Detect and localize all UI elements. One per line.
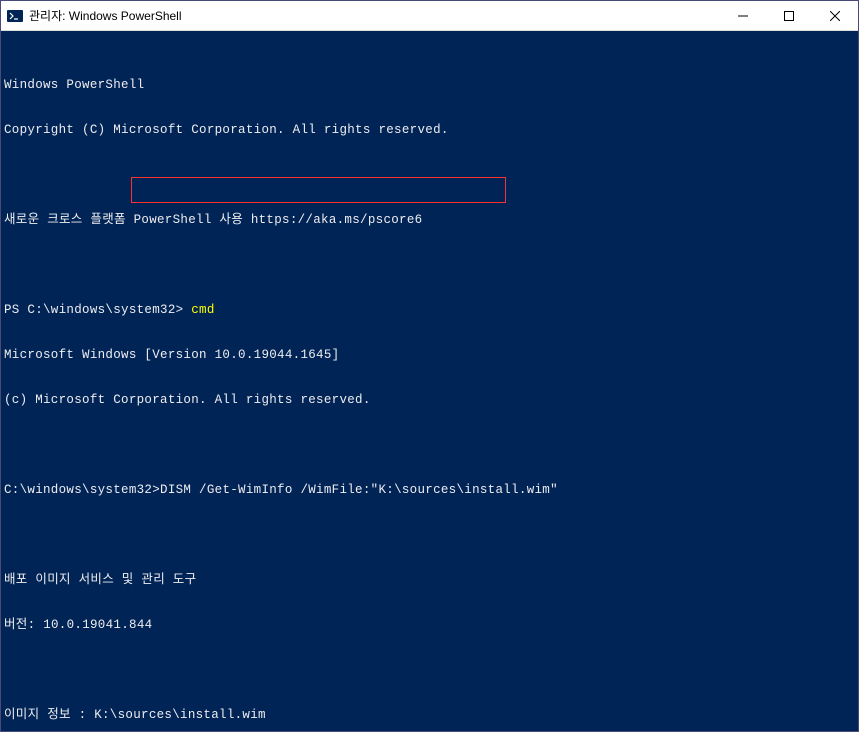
blank-line [4,528,855,543]
banner-line: 새로운 크로스 플랫폼 PowerShell 사용 https://aka.ms… [4,213,855,228]
output-line: (c) Microsoft Corporation. All rights re… [4,393,855,408]
minimize-button[interactable] [720,1,766,30]
maximize-icon [784,11,794,21]
ps-prompt: PS C:\windows\system32> [4,303,191,317]
terminal-body[interactable]: Windows PowerShell Copyright (C) Microso… [1,31,858,731]
blank-line [4,438,855,453]
banner-line: Copyright (C) Microsoft Corporation. All… [4,123,855,138]
blank-line [4,663,855,678]
close-icon [830,11,840,21]
output-line: 버전: 10.0.19041.844 [4,618,855,633]
typed-command: cmd [191,303,214,317]
window-controls [720,1,858,30]
cmd-prompt: C:\windows\system32> [4,483,160,497]
output-line: 배포 이미지 서비스 및 관리 도구 [4,573,855,588]
output-line: 이미지 정보 : K:\sources\install.wim [4,708,855,723]
prompt-line: PS C:\windows\system32> cmd [4,303,855,318]
banner-line: Windows PowerShell [4,78,855,93]
prompt-line: C:\windows\system32>DISM /Get-WimInfo /W… [4,483,855,498]
powershell-window: 관리자: Windows PowerShell Windows PowerShe… [0,0,859,732]
blank-line [4,168,855,183]
output-line: Microsoft Windows [Version 10.0.19044.16… [4,348,855,363]
window-title: 관리자: Windows PowerShell [29,7,720,24]
minimize-icon [738,11,748,21]
powershell-icon [7,8,23,24]
titlebar[interactable]: 관리자: Windows PowerShell [1,1,858,31]
maximize-button[interactable] [766,1,812,30]
blank-line [4,258,855,273]
close-button[interactable] [812,1,858,30]
typed-command: DISM /Get-WimInfo /WimFile:"K:\sources\i… [160,483,558,497]
